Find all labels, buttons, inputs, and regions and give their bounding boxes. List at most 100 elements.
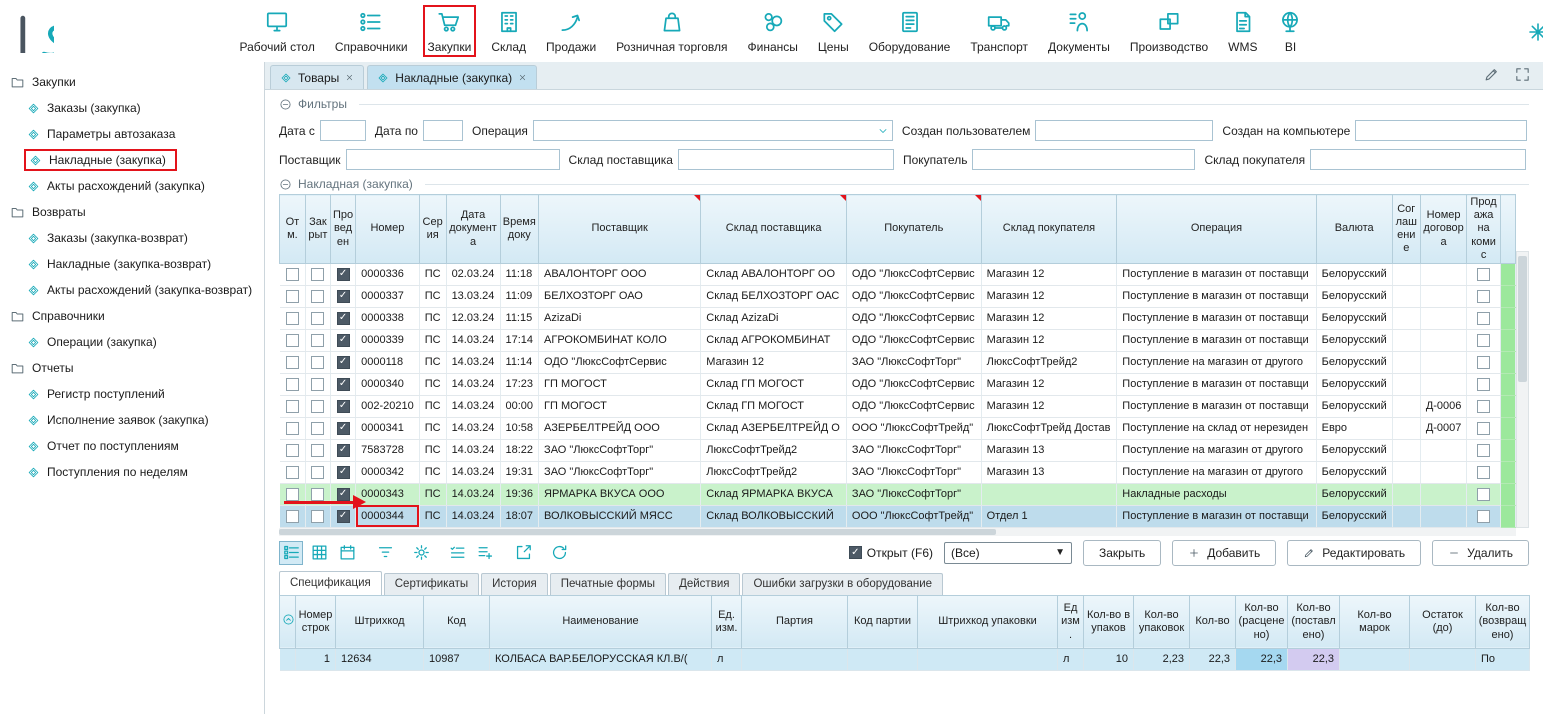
spec-column-header-12[interactable]: Кол-во (расценено) — [1236, 595, 1288, 648]
checkbox[interactable] — [1477, 290, 1490, 303]
spec-column-header-14[interactable]: Кол-во марок — [1340, 595, 1410, 648]
ribbon-item-8[interactable]: Оборудование — [864, 5, 956, 57]
table-row[interactable]: ✓0000337ПС13.03.2411:09БЕЛХОЗТОРГ ОАОСкл… — [280, 285, 1516, 307]
detail-tab-5[interactable]: Ошибки загрузки в оборудование — [742, 573, 943, 595]
column-header-10[interactable]: Склад покупателя — [981, 195, 1117, 264]
detail-tab-0[interactable]: Спецификация — [279, 571, 382, 595]
checkbox[interactable]: ✓ — [337, 290, 350, 303]
spec-column-header-9[interactable]: Кол-во в упаков — [1084, 595, 1134, 648]
spec-column-header-16[interactable]: Кол-во (возвращено) — [1476, 595, 1530, 648]
ribbon-item-2[interactable]: Закупки — [423, 5, 477, 57]
sidebar-item-9[interactable]: Справочники — [0, 303, 264, 329]
column-header-6[interactable]: Время доку — [500, 195, 539, 264]
filter-input-Дата по[interactable] — [423, 120, 463, 141]
button-2[interactable]: Редактировать — [1287, 540, 1421, 566]
spec-row[interactable]: 11263410987КОЛБАСА ВАР.БЕЛОРУССКАЯ КЛ.В/… — [280, 648, 1530, 670]
button-1[interactable]: Добавить — [1172, 540, 1276, 566]
checkbox[interactable] — [286, 334, 299, 347]
filter-dropdown[interactable]: (Все) ▼ — [944, 542, 1072, 564]
tab-1[interactable]: Накладные (закупка) — [367, 65, 537, 89]
button-0[interactable]: Закрыть — [1083, 540, 1161, 566]
tab-close-icon[interactable] — [345, 73, 354, 82]
checkbox[interactable]: ✓ — [337, 378, 350, 391]
table-row[interactable]: ✓0000343ПС14.03.2419:36ЯРМАРКА ВКУСА ООО… — [280, 483, 1516, 505]
spec-column-header-5[interactable]: Партия — [742, 595, 848, 648]
sidebar-item-12[interactable]: Регистр поступлений — [0, 381, 264, 407]
ribbon-item-11[interactable]: Производство — [1125, 5, 1213, 57]
checkbox[interactable] — [311, 444, 324, 457]
spec-column-header-15[interactable]: Остаток (до) — [1410, 595, 1476, 648]
spec-column-header-4[interactable]: Ед. изм. — [712, 595, 742, 648]
checkbox[interactable] — [1477, 488, 1490, 501]
checkbox[interactable] — [286, 422, 299, 435]
spec-column-header-6[interactable]: Код партии — [848, 595, 918, 648]
column-header-14[interactable]: Номер договора — [1420, 195, 1467, 264]
checkbox[interactable] — [311, 312, 324, 325]
filter-input-Склад поставщика[interactable] — [678, 149, 894, 170]
sidebar-item-11[interactable]: Отчеты — [0, 355, 264, 381]
tab-close-icon[interactable] — [518, 73, 527, 82]
checkbox[interactable] — [311, 378, 324, 391]
checkbox[interactable] — [286, 290, 299, 303]
checkbox[interactable]: ✓ — [337, 466, 350, 479]
checkbox[interactable] — [286, 356, 299, 369]
settings-icon[interactable] — [409, 541, 433, 565]
spec-column-header-1[interactable]: Штрихкод — [336, 595, 424, 648]
checkbox[interactable] — [311, 400, 324, 413]
table-row[interactable]: ✓0000336ПС02.03.2411:18АВАЛОНТОРГ ОООСкл… — [280, 263, 1516, 285]
button-3[interactable]: Удалить — [1432, 540, 1529, 566]
grid-view-icon[interactable] — [307, 541, 331, 565]
column-header-9[interactable]: Покупатель — [846, 195, 981, 264]
column-header-7[interactable]: Поставщик — [539, 195, 701, 264]
sidebar-item-3[interactable]: Накладные (закупка) — [0, 147, 264, 173]
checkbox[interactable] — [286, 268, 299, 281]
checkbox[interactable] — [1477, 334, 1490, 347]
checkbox[interactable]: ✓ — [337, 510, 350, 523]
add-list-icon[interactable] — [473, 541, 497, 565]
checkbox[interactable] — [1477, 312, 1490, 325]
column-header-15[interactable]: Продажа на комис — [1467, 195, 1500, 264]
column-header-0[interactable]: Отм. — [280, 195, 306, 264]
sidebar-item-0[interactable]: Закупки — [0, 69, 264, 95]
column-header-12[interactable]: Валюта — [1316, 195, 1392, 264]
column-header-2[interactable]: Проведен — [330, 195, 355, 264]
sidebar-item-7[interactable]: Накладные (закупка-возврат) — [0, 251, 264, 277]
spec-column-header-2[interactable]: Код — [424, 595, 490, 648]
spec-column-header-10[interactable]: Кол-во упаковок — [1134, 595, 1190, 648]
checkbox[interactable]: ✓ — [337, 268, 350, 281]
open-f6-checkbox[interactable]: ✓ Открыт (F6) — [849, 546, 933, 560]
table-row[interactable]: ✓0000339ПС14.03.2417:14АГРОКОМБИНАТ КОЛО… — [280, 329, 1516, 351]
table-row[interactable]: ✓0000342ПС14.03.2419:31ЗАО "ЛюксСофтТорг… — [280, 461, 1516, 483]
ribbon-item-9[interactable]: Транспорт — [965, 5, 1033, 57]
checkbox[interactable] — [311, 422, 324, 435]
checkbox[interactable] — [286, 444, 299, 457]
sidebar-item-4[interactable]: Акты расхождений (закупка) — [0, 173, 264, 199]
checkbox[interactable]: ✓ — [337, 334, 350, 347]
checkbox[interactable]: ✓ — [337, 444, 350, 457]
vertical-scrollbar[interactable] — [1516, 251, 1529, 528]
sidebar-item-15[interactable]: Поступления по неделям — [0, 459, 264, 485]
checkbox[interactable] — [1477, 466, 1490, 479]
checkbox[interactable] — [311, 466, 324, 479]
checkbox[interactable] — [1477, 510, 1490, 523]
ribbon-item-6[interactable]: Финансы — [743, 5, 803, 57]
checkbox[interactable] — [311, 488, 324, 501]
checkbox[interactable] — [286, 510, 299, 523]
list-view-icon[interactable] — [279, 541, 303, 565]
spec-column-header-8[interactable]: Ед изм. — [1058, 595, 1084, 648]
filter-input-Создан на компьютере[interactable] — [1355, 120, 1527, 141]
checkbox[interactable] — [286, 378, 299, 391]
filter-input-Склад покупателя[interactable] — [1310, 149, 1526, 170]
edit-pencil-icon[interactable] — [1483, 66, 1500, 83]
sidebar-item-2[interactable]: Параметры автозаказа — [0, 121, 264, 147]
collapse-minus-icon[interactable] — [279, 98, 292, 111]
spec-column-header-0[interactable]: Номер строк — [296, 595, 336, 648]
spec-column-header-11[interactable]: Кол-во — [1190, 595, 1236, 648]
checkbox[interactable] — [1477, 378, 1490, 391]
checkbox[interactable] — [311, 334, 324, 347]
detail-tab-1[interactable]: Сертификаты — [384, 573, 479, 595]
filter-input-Дата с[interactable] — [320, 120, 366, 141]
sidebar-item-8[interactable]: Акты расхождений (закупка-возврат) — [0, 277, 264, 303]
export-icon[interactable] — [511, 541, 535, 565]
sidebar-item-6[interactable]: Заказы (закупка-возврат) — [0, 225, 264, 251]
